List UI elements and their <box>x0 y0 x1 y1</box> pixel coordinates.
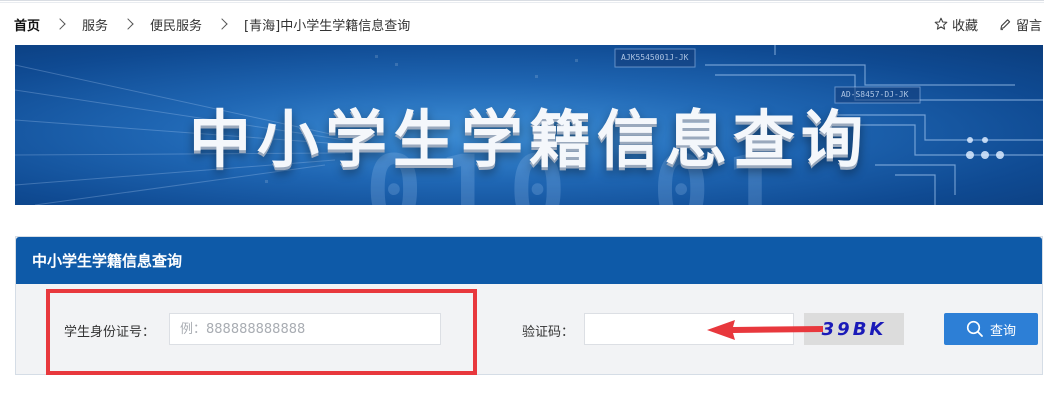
chip-label: AJK5545001J-JK <box>621 53 689 62</box>
breadcrumb-home[interactable]: 首页 <box>14 15 40 34</box>
annotation-highlight-box <box>46 289 477 375</box>
favorite-label: 收藏 <box>951 18 978 34</box>
page-actions: 收藏 留言 <box>934 14 1042 34</box>
pen-icon <box>1000 19 1011 31</box>
panel-title: 中小学生学籍信息查询 <box>16 237 1042 284</box>
search-icon <box>966 320 983 337</box>
favorite-button[interactable]: 收藏 <box>934 15 978 34</box>
chevron-right-icon <box>216 18 228 30</box>
message-button[interactable]: 留言 <box>998 15 1042 34</box>
captcha-label: 验证码： <box>522 325 575 340</box>
query-button[interactable]: 查询 <box>944 313 1038 345</box>
top-rule <box>0 0 1044 3</box>
banner: AJK5545001J-JK AD-S8457-DJ-JK 010 01 中小学… <box>15 45 1043 205</box>
annotation-arrow-icon <box>707 320 823 340</box>
breadcrumb: 首页 服务 便民服务 [青海]中小学生学籍信息查询 <box>14 14 410 34</box>
query-label: 查询 <box>989 322 1016 338</box>
star-icon <box>934 17 948 30</box>
breadcrumb-current: [青海]中小学生学籍信息查询 <box>244 18 411 34</box>
chevron-right-icon <box>54 18 66 30</box>
chevron-right-icon <box>122 18 134 30</box>
breadcrumb-convenience-services[interactable]: 便民服务 <box>150 15 202 34</box>
breadcrumb-services[interactable]: 服务 <box>82 15 108 34</box>
message-label: 留言 <box>1015 18 1042 34</box>
banner-title: 中小学生学籍信息查询 <box>188 103 869 176</box>
